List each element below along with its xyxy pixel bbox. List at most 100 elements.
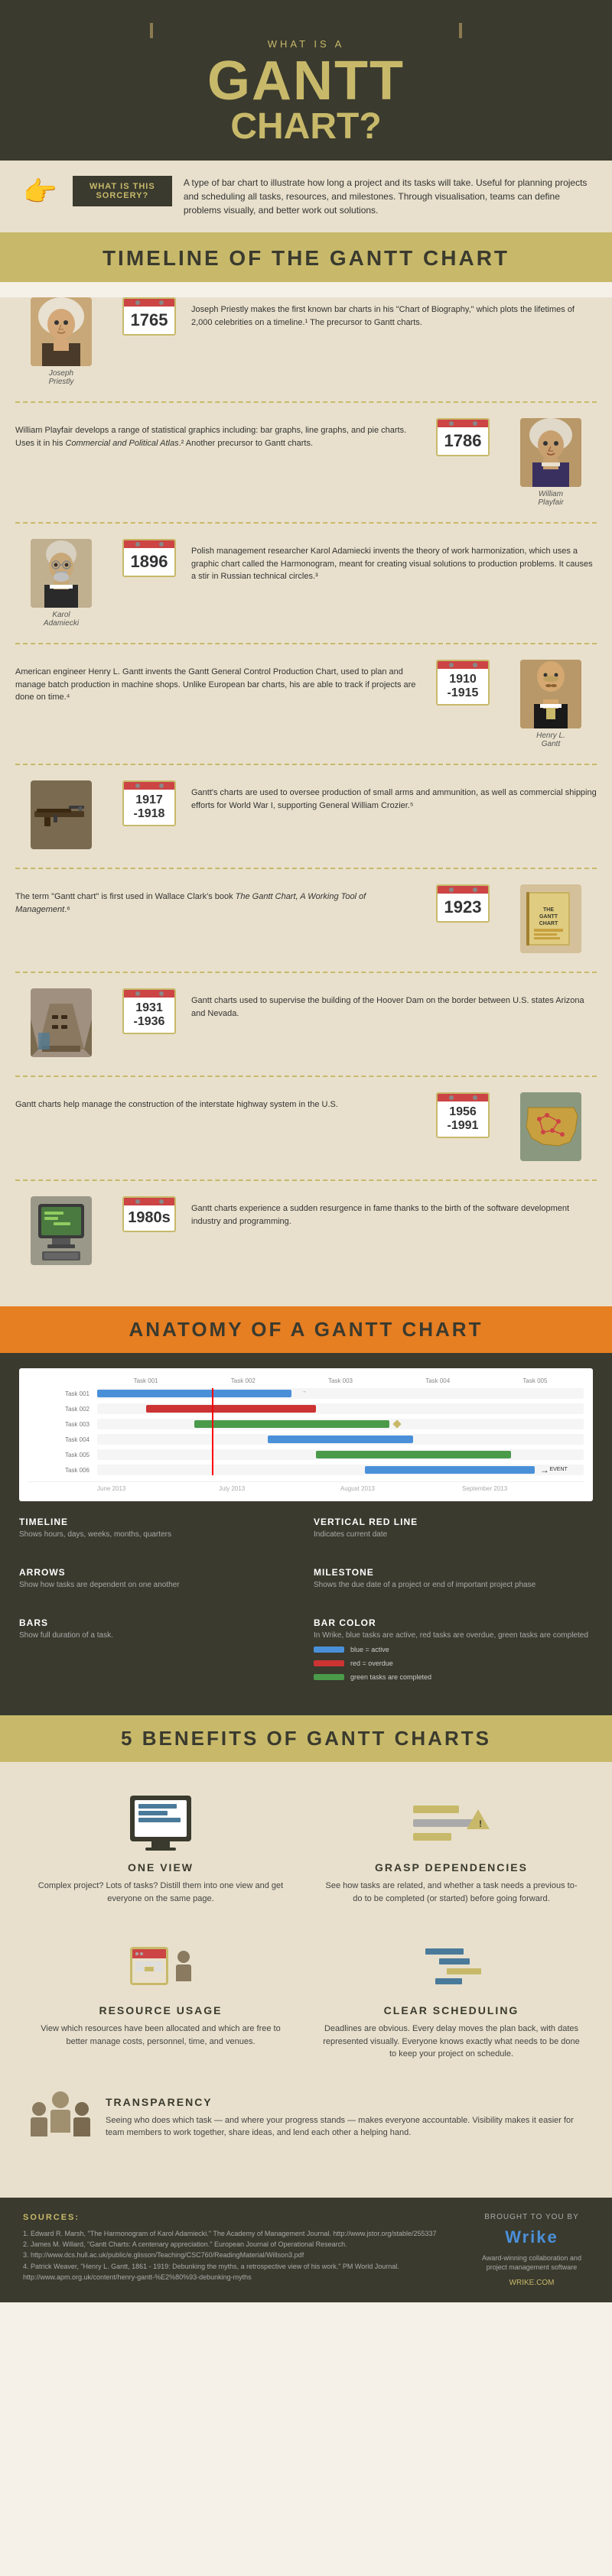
timeline-person-adamiecki: KarolAdamiecki	[15, 539, 107, 628]
person-name-gantt: Henry L.Gantt	[505, 732, 597, 748]
year-1896: 1896	[124, 548, 174, 576]
benefit-desc-scheduling: Deadlines are obvious. Every delay moves…	[321, 2023, 581, 2061]
hanger-left	[150, 23, 153, 38]
benefit-title-scheduling: Clear Scheduling	[321, 2004, 581, 2016]
date-badge-1786: 1786	[432, 418, 493, 507]
timeline-event-1910: Henry L.Gantt 1910-1915 American enginee…	[15, 660, 597, 748]
timeline-image-book: THE GANTT CHART	[505, 884, 597, 956]
hand-pointer-icon: 👉	[23, 176, 57, 208]
legend-red: red = overdue	[350, 1659, 393, 1667]
benefit-desc-transparency: Seeing who does which task — and where y…	[106, 2114, 581, 2140]
sources-title: Sources:	[23, 2213, 451, 2222]
source-4: 4. Patrick Weaver, "Henry L. Gantt, 1861…	[23, 2261, 451, 2283]
timeline-event-1786: WilliamPlayfair 1786 William Playfair de…	[15, 418, 597, 507]
timeline-text-1931: Gantt charts used to supervise the build…	[191, 988, 597, 1060]
benefit-desc-resource: View which resources have been allocated…	[31, 2023, 291, 2048]
timeline-event-1956: 1956-1991 Gantt charts help manage the c…	[15, 1092, 597, 1164]
legend-green: green tasks are completed	[350, 1673, 431, 1681]
timeline-image-gun	[15, 780, 107, 852]
date-badge-1980s: 1980s	[119, 1196, 180, 1268]
svg-text:CHART: CHART	[539, 921, 558, 926]
benefit-clear-scheduling: Clear Scheduling Deadlines are obvious. …	[306, 1920, 597, 2076]
benefit-title-resource: Resource Usage	[31, 2004, 291, 2016]
benefit-desc-one-view: Complex project? Lots of tasks? Distill …	[31, 1880, 291, 1905]
benefit-one-view: One View Complex project? Lots of tasks?…	[15, 1777, 306, 1920]
timeline-event-1923: THE GANTT CHART 1923 The term "G	[15, 884, 597, 956]
wrike-logo: Wrike	[505, 2227, 558, 2247]
gantt-bar-4	[268, 1436, 414, 1443]
anatomy-label-vertical-red-line: Vertical Red Line Indicates current date	[314, 1517, 593, 1540]
date-badge-1896: 1896	[119, 539, 180, 628]
header-section: What is a Gantt Chart?	[0, 0, 612, 161]
wrike-tagline: Award-winning collaboration and project …	[474, 2253, 589, 2273]
header-main-title: Gantt	[15, 54, 597, 109]
timeline-event-1931: 1931-1936 Gantt charts used to supervise…	[15, 988, 597, 1060]
anatomy-label-arrows: Arrows Show how tasks are dependent on o…	[19, 1567, 298, 1591]
svg-text:GANTT: GANTT	[539, 914, 558, 920]
timeline-image-computer	[15, 1196, 107, 1268]
timeline-person-priestley: JosephPriestly	[15, 297, 107, 386]
timeline-event-1896: KarolAdamiecki 1896 Polish management re…	[15, 539, 597, 628]
timeline-person-gantt: Henry L.Gantt	[505, 660, 597, 748]
sources-section: Sources: 1. Edward R. Marsh, "The Harmon…	[0, 2198, 612, 2302]
timeline-image-dam	[15, 988, 107, 1060]
sorcery-text: A type of bar chart to illustrate how lo…	[184, 176, 589, 217]
anatomy-header-bar: Anatomy of a Gantt Chart	[0, 1306, 612, 1353]
person-name-playfair: WilliamPlayfair	[505, 490, 597, 507]
year-1956: 1956-1991	[438, 1101, 488, 1137]
benefit-title-one-view: One View	[31, 1861, 291, 1874]
timeline-text-1910: American engineer Henry L. Gantt invents…	[15, 660, 421, 748]
gantt-bar-1	[97, 1390, 291, 1397]
anatomy-label-milestone: Milestone Shows the due date of a projec…	[314, 1567, 593, 1591]
benefits-title: 5 Benefits of Gantt Charts	[11, 1727, 601, 1750]
timeline-text-1956: Gantt charts help manage the constructio…	[15, 1092, 421, 1164]
benefit-desc-grasp-deps: See how tasks are related, and whether a…	[321, 1880, 581, 1905]
benefits-header: 5 Benefits of Gantt Charts	[0, 1715, 612, 1762]
source-1: 1. Edward R. Marsh, "The Harmonogram of …	[23, 2228, 451, 2239]
timeline-text-1896: Polish management researcher Karol Adami…	[191, 539, 597, 628]
gantt-bar-5	[316, 1451, 510, 1458]
year-1923: 1923	[438, 894, 488, 921]
header-top-line: What is a	[15, 38, 597, 50]
anatomy-gantt-visual: Task 001 Task 002 Task 003 Task 004 Task…	[19, 1368, 593, 1501]
sorcery-label: What is thisSorcery?	[73, 176, 172, 206]
benefit-title-transparency: Transparency	[106, 2096, 581, 2108]
date-badge-1910: 1910-1915	[432, 660, 493, 748]
timeline-title: Timeline of the Gantt Chart	[11, 246, 601, 271]
year-1917: 1917-1918	[124, 790, 174, 825]
legend-blue: blue = active	[350, 1646, 389, 1653]
timeline-text-1765: Joseph Priestly makes the first known ba…	[191, 297, 597, 386]
timeline-person-playfair: WilliamPlayfair	[505, 418, 597, 507]
milestone-diamond	[392, 1419, 401, 1428]
benefit-transparency: Transparency Seeing who does which task …	[15, 2076, 597, 2159]
timeline-section: JosephPriestly 1765 Joseph Priestly make…	[0, 297, 612, 1306]
date-badge-1931: 1931-1936	[119, 988, 180, 1060]
timeline-event-1980s: 1980s Gantt charts experience a sudden r…	[15, 1196, 597, 1268]
gantt-bar-6	[365, 1466, 536, 1474]
date-badge-1765: 1765	[119, 297, 180, 386]
year-1786: 1786	[438, 427, 488, 455]
benefit-grasp-dependencies: ! Grasp Dependencies See how tasks are r…	[306, 1777, 597, 1920]
date-badge-1917: 1917-1918	[119, 780, 180, 852]
date-badge-1956: 1956-1991	[432, 1092, 493, 1164]
person-name-adamiecki: KarolAdamiecki	[15, 611, 107, 628]
timeline-header: Timeline of the Gantt Chart	[0, 235, 612, 282]
vertical-red-line	[212, 1388, 213, 1475]
anatomy-label-timeline: Timeline Shows hours, days, weeks, month…	[19, 1517, 298, 1540]
anatomy-label-bars: Bars Show full duration of a task.	[19, 1617, 298, 1681]
header-subtitle: Chart?	[15, 109, 597, 145]
hanger-right	[459, 23, 462, 38]
anatomy-section: Task 001 Task 002 Task 003 Task 004 Task…	[0, 1353, 612, 1715]
year-1931: 1931-1936	[124, 998, 174, 1033]
year-1765: 1765	[124, 307, 174, 334]
brought-by-label: Brought to you by	[484, 2213, 579, 2221]
gantt-bar-2	[146, 1405, 317, 1413]
timeline-text-1917: Gantt's charts are used to oversee produ…	[191, 780, 597, 852]
source-2: 2. James M. Willard, "Gantt Charts: A ce…	[23, 2239, 451, 2250]
anatomy-label-bar-color: Bar Color In Wrike, blue tasks are activ…	[314, 1617, 593, 1681]
benefits-section: One View Complex project? Lots of tasks?…	[0, 1762, 612, 2198]
wrike-url: WRIKE.COM	[509, 2279, 555, 2287]
timeline-text-1923: The term "Gantt chart" is first used in …	[15, 884, 421, 956]
year-1910: 1910-1915	[438, 669, 488, 704]
timeline-event-1917: 1917-1918 Gantt's charts are used to ove…	[15, 780, 597, 852]
